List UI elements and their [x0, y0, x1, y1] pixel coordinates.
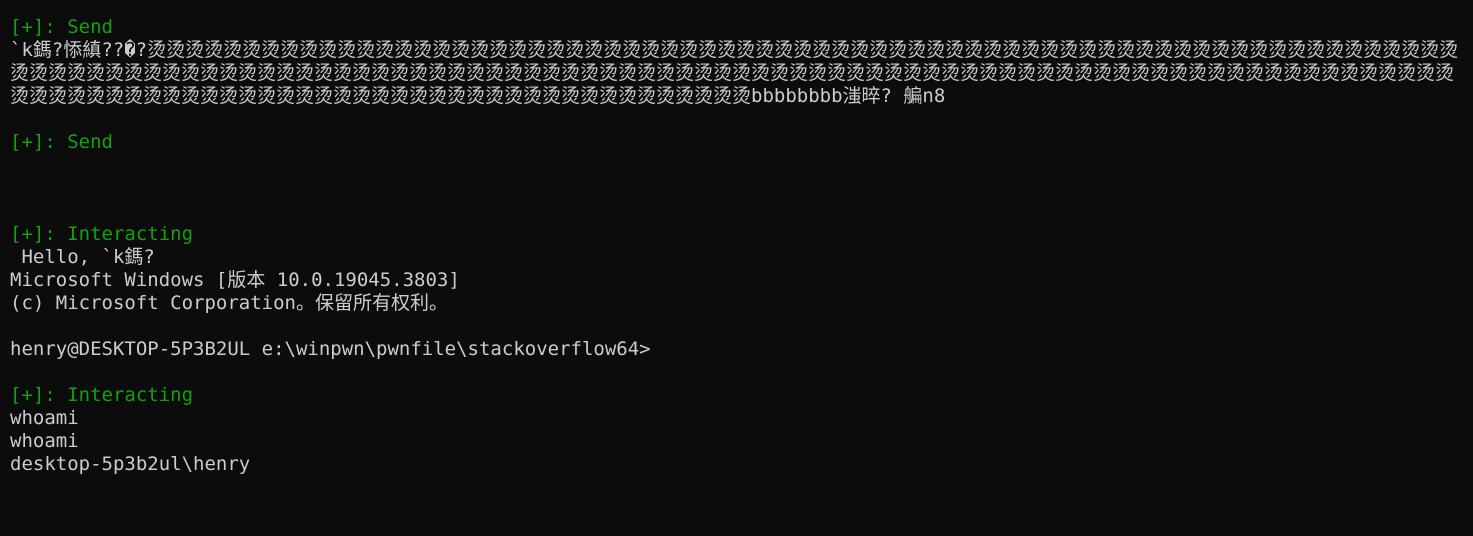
status-interacting: [+]: Interacting: [10, 223, 194, 245]
terminal-window[interactable]: [+]: Send `k鎷?悿縝??�?烫烫烫烫烫烫烫烫烫烫烫烫烫烫烫烫烫烫烫烫…: [0, 0, 1473, 536]
status-interacting: [+]: Interacting: [10, 384, 194, 406]
windows-version-output: Microsoft Windows [版本 10.0.19045.3803]: [10, 269, 460, 291]
shell-prompt: henry@DESKTOP-5P3B2UL e:\winpwn\pwnfile\…: [10, 338, 651, 360]
copyright-output: (c) Microsoft Corporation。保留所有权利。: [10, 292, 448, 314]
status-send: [+]: Send: [10, 16, 113, 38]
command-result: desktop-5p3b2ul\henry: [10, 453, 251, 475]
command-input-line: whoami: [10, 407, 79, 429]
payload-output: `k鎷?悿縝??�?烫烫烫烫烫烫烫烫烫烫烫烫烫烫烫烫烫烫烫烫烫烫烫烫烫烫烫烫烫烫…: [10, 39, 1459, 107]
status-send: [+]: Send: [10, 131, 113, 153]
hello-output: Hello, `k鎷?: [10, 246, 155, 268]
command-echo-line: whoami: [10, 430, 79, 452]
